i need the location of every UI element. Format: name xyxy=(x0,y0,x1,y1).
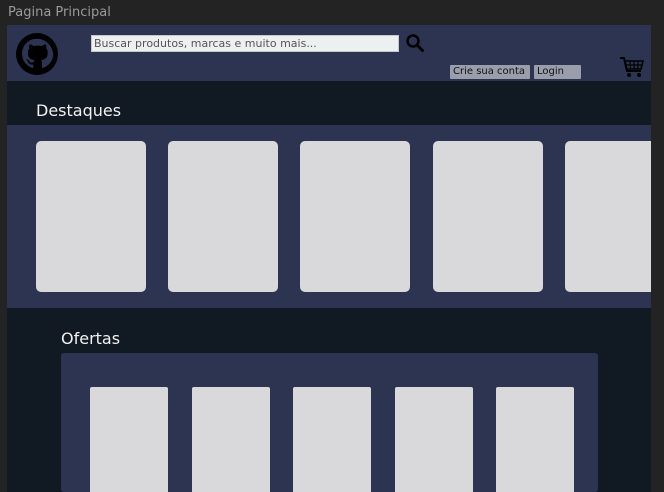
search-input[interactable] xyxy=(91,35,399,52)
featured-product-card[interactable] xyxy=(565,141,651,292)
offer-product-card[interactable] xyxy=(192,387,270,492)
featured-carousel xyxy=(7,125,651,308)
featured-title: Destaques xyxy=(36,101,122,120)
offer-product-card[interactable] xyxy=(496,387,574,492)
search-icon[interactable] xyxy=(405,33,425,53)
offers-title: Ofertas xyxy=(61,329,121,348)
offer-product-card[interactable] xyxy=(395,387,473,492)
featured-product-card[interactable] xyxy=(36,141,146,292)
featured-product-card[interactable] xyxy=(300,141,410,292)
offer-product-card[interactable] xyxy=(90,387,168,492)
offers-panel xyxy=(61,353,598,492)
page-canvas: Crie sua conta Login Destaques Ofertas xyxy=(7,25,651,492)
github-logo-icon[interactable] xyxy=(16,33,58,75)
login-button[interactable]: Login xyxy=(534,65,581,79)
header: Crie sua conta Login xyxy=(7,25,651,81)
signup-button[interactable]: Crie sua conta xyxy=(450,65,530,79)
shopping-cart-icon[interactable] xyxy=(619,55,645,79)
featured-product-card[interactable] xyxy=(433,141,543,292)
offer-product-card[interactable] xyxy=(293,387,371,492)
featured-product-card[interactable] xyxy=(168,141,278,292)
window-title: Pagina Principal xyxy=(8,5,111,20)
